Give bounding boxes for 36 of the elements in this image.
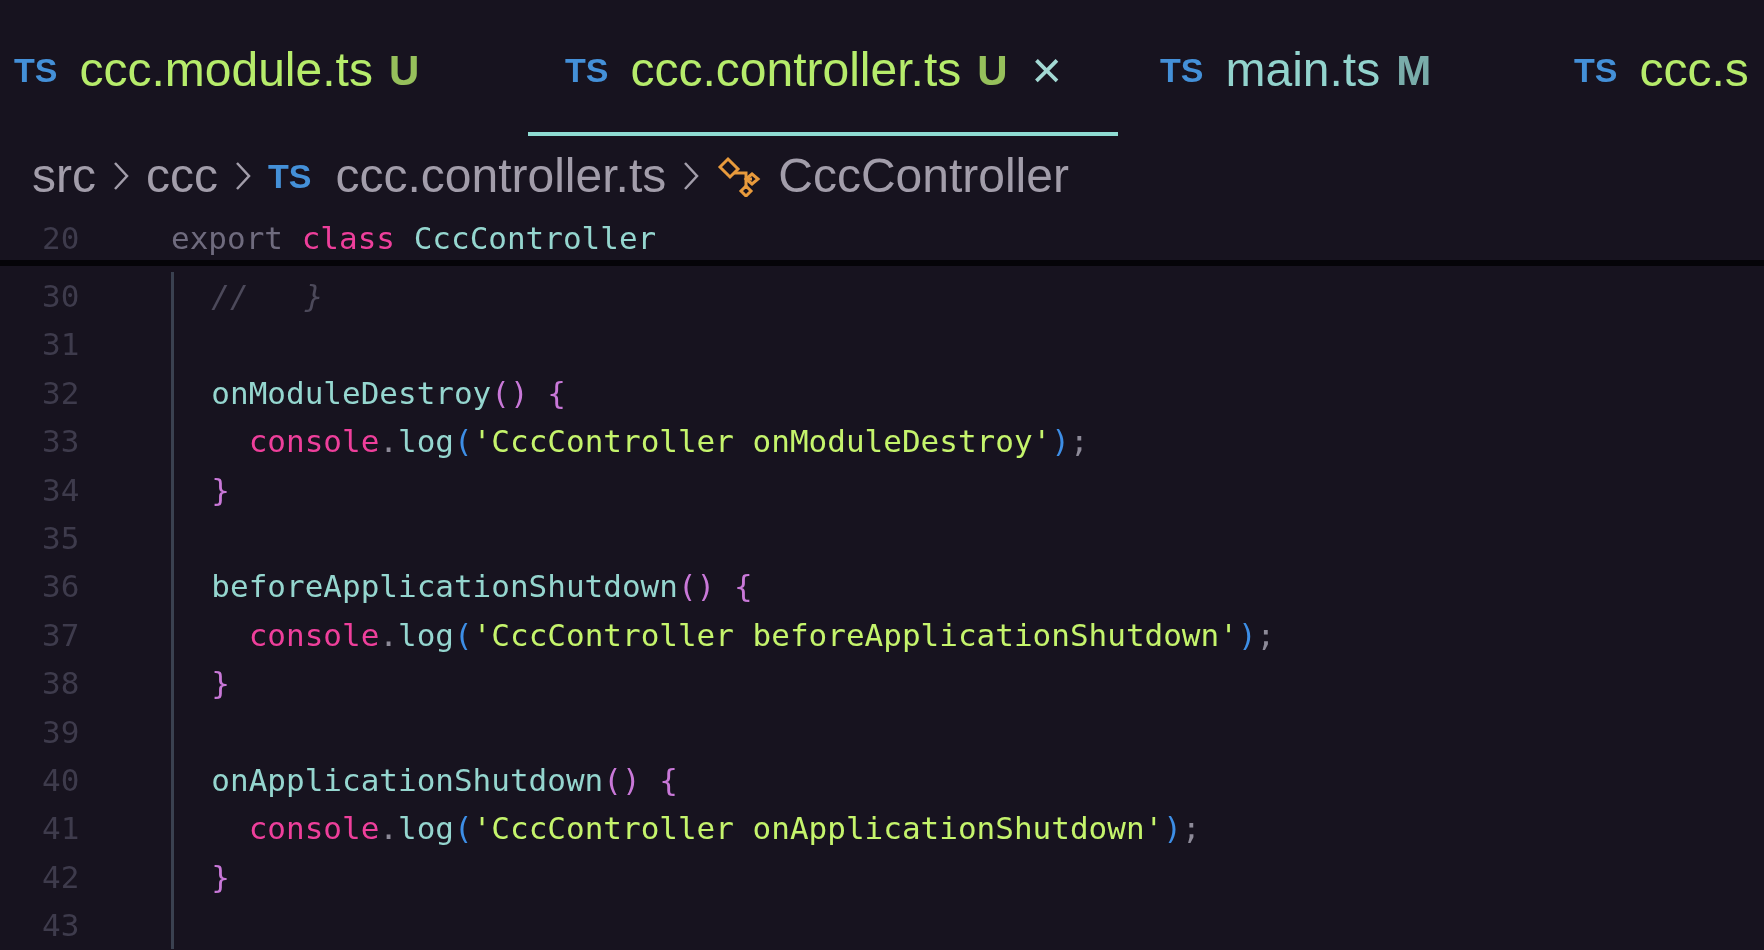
code-line: } bbox=[210, 857, 231, 897]
breadcrumb-item[interactable]: ccc bbox=[146, 140, 218, 212]
code-line: console.log('CccController onModuleDestroy'); bbox=[247, 422, 1090, 462]
editor-tab[interactable]: TS ccc.controller.ts U × bbox=[528, 0, 1118, 136]
breadcrumb-item[interactable]: src bbox=[32, 140, 96, 212]
close-icon[interactable]: × bbox=[1031, 44, 1062, 96]
class-icon bbox=[716, 155, 763, 197]
code-line: beforeApplicationShutdown() { bbox=[210, 567, 754, 607]
editor-tab[interactable]: TS main.ts M bbox=[1118, 0, 1540, 136]
typescript-icon: TS bbox=[14, 44, 58, 96]
typescript-icon: TS bbox=[1160, 44, 1204, 96]
code-line: onModuleDestroy() { bbox=[210, 373, 567, 413]
breadcrumb-item[interactable]: CccController bbox=[778, 140, 1069, 212]
chevron-icon bbox=[682, 160, 701, 192]
tab-label: ccc.controller.ts bbox=[630, 42, 962, 98]
code-line: } bbox=[210, 470, 231, 510]
git-status-label: M bbox=[1396, 45, 1432, 96]
tab-label: ccc.module.ts bbox=[79, 42, 373, 98]
code-line: } bbox=[210, 664, 231, 704]
typescript-icon: TS bbox=[268, 150, 312, 202]
code-line: // } bbox=[210, 277, 325, 316]
editor-tab[interactable]: TS ccc.module.ts U bbox=[0, 0, 528, 136]
tab-label: main.ts bbox=[1225, 42, 1381, 98]
typescript-icon: TS bbox=[565, 44, 609, 96]
git-status-label: U bbox=[388, 45, 420, 96]
code-line: console.log('CccController onApplicationShutdown'); bbox=[247, 809, 1202, 849]
code-line: console.log('CccController beforeApplicationShutdown'); bbox=[247, 615, 1276, 655]
code-line: export class CccController bbox=[171, 218, 657, 258]
chevron-icon bbox=[112, 160, 130, 192]
typescript-icon: TS bbox=[1574, 44, 1618, 96]
chevron-icon bbox=[234, 160, 252, 192]
code-line: onApplicationShutdown() { bbox=[210, 760, 679, 800]
git-status-label: U bbox=[977, 45, 1008, 96]
editor-tab[interactable]: TS ccc.s bbox=[1540, 0, 1764, 136]
tab-label: ccc.s bbox=[1639, 42, 1749, 98]
breadcrumb-item[interactable]: ccc.controller.ts bbox=[335, 140, 667, 212]
